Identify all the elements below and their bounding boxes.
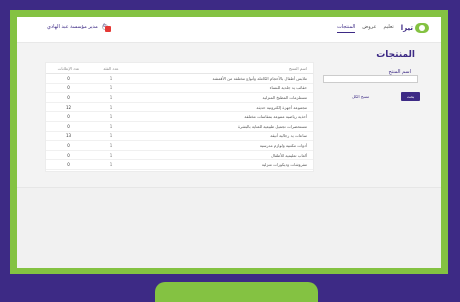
logo-text: تيرا xyxy=(400,24,413,32)
page-title: المنتجات xyxy=(376,50,415,60)
cell-ads-count: 0 xyxy=(67,85,70,91)
table-row[interactable]: 13 1 ساعات يد رجالية أنيقة xyxy=(46,132,313,142)
table-row[interactable]: 0 1 أدوات مكتبية ولوازم مدرسية xyxy=(46,141,313,151)
nav-item-education[interactable]: تعليم xyxy=(383,24,393,32)
table-row[interactable]: 0 1 ألعاب تعليمية للأطفال xyxy=(46,151,313,161)
app-logo[interactable]: تيرا xyxy=(401,23,429,33)
cell-product-name[interactable]: مستحضرات تجميل طبيعية للعناية بالبشرة xyxy=(131,124,313,129)
nav-item-products[interactable]: المنتجات xyxy=(336,24,356,33)
cell-ads-count: 0 xyxy=(67,152,70,158)
page-footer-area xyxy=(17,187,441,268)
cell-ads-count: 0 xyxy=(67,162,70,168)
cell-product-name[interactable]: مجموعة أجهزة إلكترونية حديثة xyxy=(131,105,313,110)
table-row[interactable]: 0 1 مستحضرات تجميل طبيعية للعناية بالبشرة xyxy=(46,122,313,132)
header-product-name: اسم المنتج xyxy=(288,65,307,71)
header-category-count: عدد الفئة xyxy=(103,65,119,71)
user-name: مدير مؤسسة عبد الهادي xyxy=(47,24,98,30)
search-input[interactable] xyxy=(323,75,418,83)
user-menu[interactable]: مدير مؤسسة عبد الهادي xyxy=(47,24,108,30)
cell-ads-count: 0 xyxy=(67,114,70,120)
table-row[interactable]: 12 1 مجموعة أجهزة إلكترونية حديثة xyxy=(46,103,313,113)
nav-item-offers[interactable]: عروض xyxy=(362,24,376,32)
table-row[interactable]: 0 1 ملابس أطفال بالأحجام الكاملة وأنواع مخ… xyxy=(46,74,313,84)
cell-category-count: 1 xyxy=(109,85,113,91)
cell-ads-count: 0 xyxy=(67,142,70,148)
logo-icon xyxy=(415,23,429,33)
table-row[interactable]: 0 1 أحذية رياضية متنوعة بمقاسات مختلفة xyxy=(46,112,313,122)
cell-product-name[interactable]: أحذية رياضية متنوعة بمقاسات مختلفة xyxy=(131,114,313,119)
cell-category-count: 1 xyxy=(109,114,113,120)
cell-product-name[interactable]: حقائب يد جلدية للنساء xyxy=(131,85,313,90)
cell-category-count: 1 xyxy=(109,94,113,100)
cell-category-count: 1 xyxy=(109,104,113,110)
main-nav: تيرا تعليم عروض المنتجات xyxy=(336,23,429,33)
clear-all-link[interactable]: مسح الكل xyxy=(352,94,369,99)
cell-product-name[interactable]: ملابس أطفال بالأحجام الكاملة وأنواع مختل… xyxy=(131,76,313,81)
frame-bottom-tab xyxy=(155,282,318,302)
cell-category-count: 1 xyxy=(109,152,113,158)
products-table: عدد الإعلانات عدد الفئة اسم المنتج 0 1 ملا… xyxy=(45,62,314,172)
table-header: عدد الإعلانات عدد الفئة اسم المنتج xyxy=(46,63,313,74)
cell-product-name[interactable]: مفروشات وديكورات منزلية xyxy=(131,162,313,167)
notification-bell-icon[interactable] xyxy=(105,26,111,32)
cell-ads-count: 0 xyxy=(67,94,70,100)
table-row[interactable]: 0 1 مفروشات وديكورات منزلية xyxy=(46,160,313,170)
search-button[interactable]: بحث xyxy=(401,92,420,101)
app-screen: تيرا تعليم عروض المنتجات مدير مؤسسة عبد … xyxy=(17,17,441,268)
cell-category-count: 1 xyxy=(109,133,113,139)
cell-category-count: 1 xyxy=(109,162,113,168)
cell-product-name[interactable]: مستلزمات المطبخ المنزلية xyxy=(131,95,313,100)
cell-ads-count: 12 xyxy=(65,104,72,110)
cell-ads-count: 0 xyxy=(67,123,70,129)
top-header: تيرا تعليم عروض المنتجات مدير مؤسسة عبد … xyxy=(17,17,441,43)
table-row[interactable]: 0 1 حقائب يد جلدية للنساء xyxy=(46,84,313,94)
table-row[interactable]: 0 1 مستلزمات المطبخ المنزلية xyxy=(46,93,313,103)
header-ads-count: عدد الإعلانات xyxy=(57,65,80,71)
cell-category-count: 1 xyxy=(109,123,113,129)
cell-ads-count: 13 xyxy=(65,133,72,139)
cell-category-count: 1 xyxy=(109,75,113,81)
cell-category-count: 1 xyxy=(109,142,113,148)
cell-ads-count: 0 xyxy=(67,75,70,81)
cell-product-name[interactable]: ألعاب تعليمية للأطفال xyxy=(131,153,313,158)
cell-product-name[interactable]: ساعات يد رجالية أنيقة xyxy=(131,133,313,138)
cell-product-name[interactable]: أدوات مكتبية ولوازم مدرسية xyxy=(131,143,313,148)
